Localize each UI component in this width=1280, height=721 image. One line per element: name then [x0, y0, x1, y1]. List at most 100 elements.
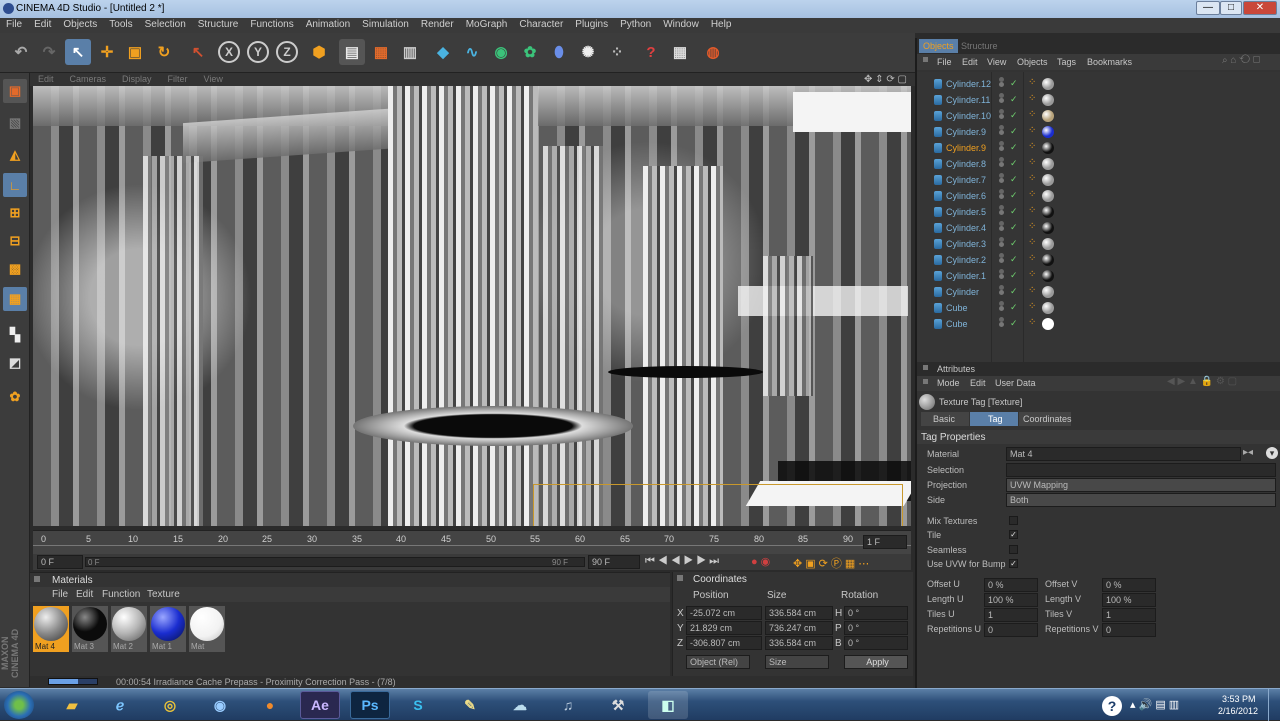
phong-tag-icon[interactable]: ⁘	[1028, 285, 1036, 296]
internet-explorer-taskbar-icon[interactable]: ℯ	[100, 691, 140, 719]
render-visibility-dot[interactable]	[999, 221, 1004, 226]
attributes-menu-edit[interactable]: Edit	[970, 378, 986, 388]
render-visibility-dot[interactable]	[999, 93, 1004, 98]
x-axis-icon[interactable]: X	[218, 41, 240, 63]
coordinate-mode-dropdown[interactable]: Object (Rel)	[686, 655, 750, 669]
viewport-menu-filter[interactable]: Filter	[160, 73, 196, 84]
phong-tag-icon[interactable]: ⁘	[1028, 221, 1036, 232]
rotation-p-field[interactable]: 0 °	[844, 621, 908, 635]
attributes-navigation-icons[interactable]: ◀ ▶ ▲ 🔒 ⚙ ▢	[1167, 376, 1237, 387]
render-visibility-dot[interactable]	[999, 173, 1004, 178]
editor-visibility-dot[interactable]	[999, 98, 1004, 103]
texture-tag-icon[interactable]	[1042, 158, 1054, 170]
texture-tag-icon[interactable]	[1042, 126, 1054, 138]
editor-visibility-dot[interactable]	[999, 322, 1004, 327]
menu-mograph[interactable]: MoGraph	[460, 18, 514, 30]
viewport-menu-view[interactable]: View	[196, 73, 231, 84]
objects-menu-tags[interactable]: Tags	[1057, 57, 1076, 67]
enabled-check-icon[interactable]: ✓	[1010, 206, 1018, 217]
render-visibility-dot[interactable]	[999, 77, 1004, 82]
editor-visibility-dot[interactable]	[999, 226, 1004, 231]
object-row[interactable]: Cylinder.1 ✓ ⁘	[922, 268, 1277, 284]
texture-mode-icon[interactable]: ◭	[3, 143, 27, 167]
array-icon[interactable]: ✿	[517, 39, 543, 65]
position-y-field[interactable]: 21.829 cm	[686, 621, 762, 635]
texture-tag-icon[interactable]	[1042, 78, 1054, 90]
start-button[interactable]	[4, 691, 34, 719]
clock-date[interactable]: 2/16/2012	[1218, 706, 1258, 716]
editor-visibility-dot[interactable]	[999, 146, 1004, 151]
menu-help[interactable]: Help	[705, 18, 738, 30]
object-name[interactable]: Cube	[946, 319, 968, 329]
enabled-check-icon[interactable]: ✓	[1010, 318, 1018, 329]
menu-animation[interactable]: Animation	[300, 18, 356, 30]
phong-tag-icon[interactable]: ⁘	[1028, 173, 1036, 184]
timeline-ruler[interactable]: 0 5 10 15 20 25 30 35 40 45 50 55 60 65 …	[33, 530, 911, 554]
tiles-u-field[interactable]: 1	[984, 608, 1038, 622]
editor-visibility-dot[interactable]	[999, 258, 1004, 263]
menu-plugins[interactable]: Plugins	[569, 18, 614, 30]
material-item[interactable]: Mat	[189, 606, 225, 652]
texture-tag-icon[interactable]	[1042, 110, 1054, 122]
texture-tag-icon[interactable]	[1042, 238, 1054, 250]
tab-basic[interactable]: Basic	[921, 412, 969, 426]
menu-simulation[interactable]: Simulation	[356, 18, 415, 30]
skype-taskbar-icon[interactable]: S	[398, 691, 438, 719]
viewport-navigation-icons[interactable]: ✥ ⇕ ⟳ ▢	[856, 73, 915, 85]
apply-button[interactable]: Apply	[844, 655, 908, 669]
z-axis-icon[interactable]: Z	[276, 41, 298, 63]
objects-menu-edit[interactable]: Edit	[962, 57, 978, 67]
minimize-button[interactable]: —	[1196, 1, 1220, 15]
menu-selection[interactable]: Selection	[139, 18, 192, 30]
object-name[interactable]: Cylinder.7	[946, 175, 986, 185]
show-desktop-button[interactable]	[1268, 689, 1280, 721]
network-taskbar-icon[interactable]: ☁	[500, 691, 540, 719]
enabled-check-icon[interactable]: ✓	[1010, 110, 1018, 121]
object-row[interactable]: Cylinder.7 ✓ ⁘	[922, 172, 1277, 188]
material-item[interactable]: Mat 3	[72, 606, 108, 652]
seamless-checkbox[interactable]	[1009, 545, 1018, 554]
firefox-taskbar-icon[interactable]: ●	[250, 691, 290, 719]
render-visibility-dot[interactable]	[999, 109, 1004, 114]
object-row[interactable]: Cylinder.2 ✓ ⁘	[922, 252, 1277, 268]
phong-tag-icon[interactable]: ⁘	[1028, 301, 1036, 312]
render-visibility-dot[interactable]	[999, 125, 1004, 130]
tab-coordinates[interactable]: Coordinates	[1019, 412, 1072, 426]
object-row[interactable]: Cylinder.11 ✓ ⁘	[922, 92, 1277, 108]
use-object-mode-icon[interactable]: ▧	[3, 111, 27, 135]
environment-icon[interactable]: ✺	[575, 39, 601, 65]
object-row[interactable]: Cylinder.8 ✓ ⁘	[922, 156, 1277, 172]
materials-menu-texture[interactable]: Texture	[147, 589, 180, 600]
coordinate-system-icon[interactable]: ⬢	[306, 39, 332, 65]
menu-objects[interactable]: Objects	[57, 18, 103, 30]
render-visibility-dot[interactable]	[999, 157, 1004, 162]
offset-u-field[interactable]: 0 %	[984, 578, 1038, 592]
editor-visibility-dot[interactable]	[999, 290, 1004, 295]
cinema4d-taskbar-icon[interactable]: ◧	[648, 691, 688, 719]
menu-character[interactable]: Character	[513, 18, 569, 30]
render-visibility-dot[interactable]	[999, 189, 1004, 194]
workplane-icon[interactable]: ◩	[3, 351, 27, 375]
object-row[interactable]: Cylinder.9 ✓ ⁘	[922, 124, 1277, 140]
nurbs-icon[interactable]: ◉	[488, 39, 514, 65]
enabled-check-icon[interactable]: ✓	[1010, 254, 1018, 265]
enabled-check-icon[interactable]: ✓	[1010, 174, 1018, 185]
material-item[interactable]: Mat 4	[33, 606, 69, 652]
texture-tag-icon[interactable]	[1042, 254, 1054, 266]
move-icon[interactable]: ✛	[94, 39, 120, 65]
viewport-menu-cameras[interactable]: Cameras	[62, 73, 115, 84]
render-visibility-dot[interactable]	[999, 269, 1004, 274]
object-row[interactable]: Cylinder.4 ✓ ⁘	[922, 220, 1277, 236]
texture-tag-icon[interactable]	[1042, 286, 1054, 298]
tiles-v-field[interactable]: 1	[1102, 608, 1156, 622]
repetitions-u-field[interactable]: 0	[984, 623, 1038, 637]
media-taskbar-icon[interactable]: ◉	[200, 691, 240, 719]
texture-tag-icon[interactable]	[1042, 270, 1054, 282]
object-row[interactable]: Cylinder.5 ✓ ⁘	[922, 204, 1277, 220]
use-model-mode-icon[interactable]: ▣	[3, 79, 27, 103]
enabled-check-icon[interactable]: ✓	[1010, 238, 1018, 249]
length-u-field[interactable]: 100 %	[984, 593, 1038, 607]
mix-textures-checkbox[interactable]	[1009, 516, 1018, 525]
object-name[interactable]: Cylinder.9	[946, 127, 986, 137]
editor-visibility-dot[interactable]	[999, 162, 1004, 167]
